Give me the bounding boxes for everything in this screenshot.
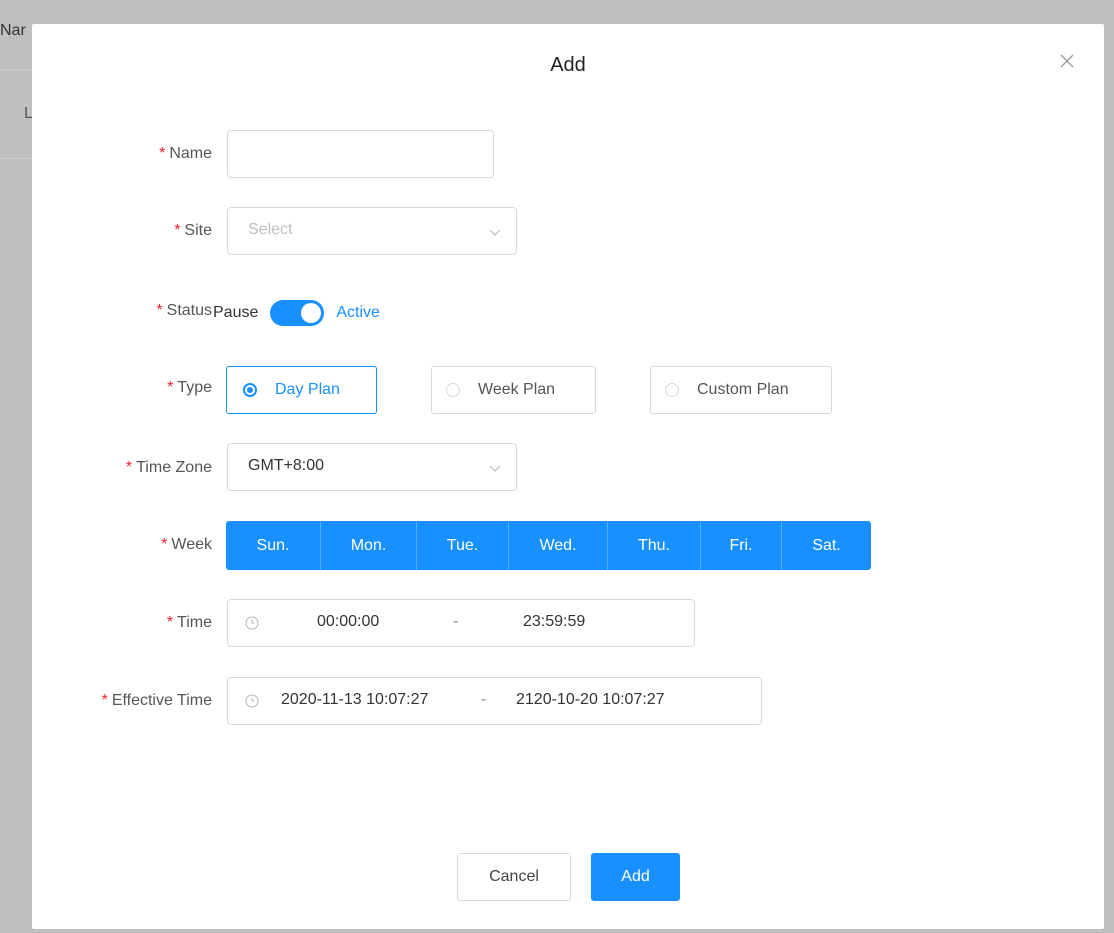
time-start[interactable]: 00:00:00: [317, 613, 379, 631]
add-button[interactable]: Add: [591, 853, 680, 901]
clock-icon: [244, 615, 260, 636]
effective-time-range-picker[interactable]: 2020-11-13 10:07:27 - 2120-10-20 10:07:2…: [227, 677, 762, 725]
time-zone-select[interactable]: GMT+8:00: [227, 443, 517, 491]
type-option-label: Custom Plan: [697, 381, 789, 398]
week-day-sat[interactable]: Sat.: [782, 521, 871, 570]
cancel-button[interactable]: Cancel: [457, 853, 571, 901]
effective-time-separator: -: [481, 691, 487, 708]
status-field: Pause Active: [213, 291, 380, 335]
status-on-label: Active: [336, 304, 380, 321]
status-off-label: Pause: [213, 304, 259, 321]
name-label: * Name: [159, 145, 212, 162]
effective-time-label: * Effective Time: [101, 692, 212, 709]
close-button[interactable]: [1056, 50, 1078, 72]
site-select-placeholder: Select: [248, 221, 293, 238]
type-option-custom-plan[interactable]: Custom Plan: [650, 366, 832, 414]
type-option-week-plan[interactable]: Week Plan: [431, 366, 596, 414]
add-dialog: Add * Name * Site Select * Status Pause Act…: [32, 24, 1104, 929]
effective-time-end[interactable]: 2120-10-20 10:07:27: [516, 691, 665, 709]
type-option-day-plan[interactable]: Day Plan: [226, 366, 377, 414]
dialog-title: Add: [550, 54, 586, 76]
chevron-down-icon: [488, 225, 502, 244]
site-select[interactable]: Select: [227, 207, 517, 255]
time-zone-label: * Time Zone: [125, 459, 212, 476]
week-day-wed[interactable]: Wed.: [509, 521, 608, 570]
name-input[interactable]: [227, 130, 494, 178]
toggle-knob: [301, 303, 322, 323]
status-toggle[interactable]: [270, 300, 325, 326]
radio-unselected-icon: [665, 383, 679, 397]
week-day-thu[interactable]: Thu.: [608, 521, 701, 570]
time-separator: -: [453, 613, 459, 630]
site-label: * Site: [174, 222, 212, 239]
status-label: * Status: [156, 302, 212, 319]
week-day-fri[interactable]: Fri.: [701, 521, 782, 570]
week-day-mon[interactable]: Mon.: [321, 521, 417, 570]
week-day-tue[interactable]: Tue.: [417, 521, 509, 570]
time-range-picker[interactable]: 00:00:00 - 23:59:59: [227, 599, 695, 647]
effective-time-start[interactable]: 2020-11-13 10:07:27: [281, 691, 428, 709]
time-zone-value: GMT+8:00: [248, 457, 325, 474]
radio-selected-icon: [243, 383, 257, 397]
week-day-sun[interactable]: Sun.: [226, 521, 321, 570]
type-label: * Type: [167, 379, 212, 396]
week-label: * Week: [161, 536, 212, 553]
close-icon: [1056, 50, 1078, 72]
clock-icon: [244, 693, 260, 714]
time-label: * Time: [166, 614, 212, 631]
radio-unselected-icon: [446, 383, 460, 397]
type-option-label: Day Plan: [275, 381, 340, 398]
chevron-down-icon: [488, 461, 502, 480]
type-option-label: Week Plan: [478, 381, 556, 398]
background-header-text: Nar: [0, 22, 26, 39]
week-day-group: Sun. Mon. Tue. Wed. Thu. Fri. Sat.: [226, 521, 871, 570]
time-end[interactable]: 23:59:59: [523, 613, 585, 631]
